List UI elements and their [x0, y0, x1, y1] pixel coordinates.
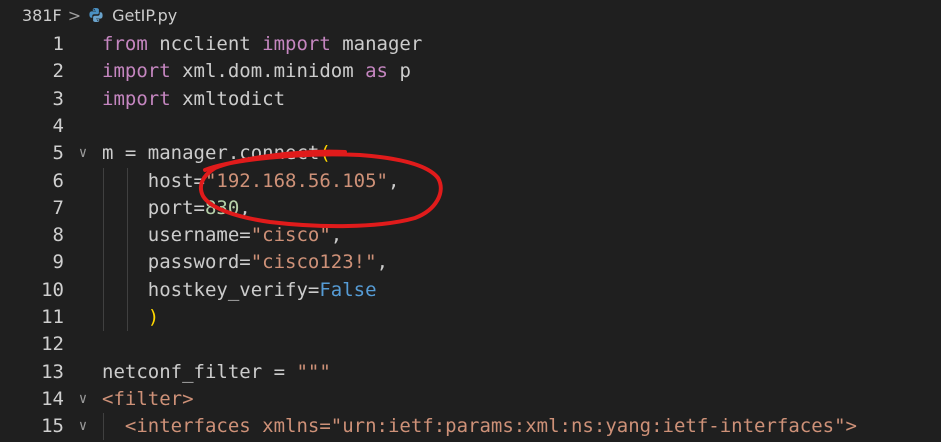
code-token: from — [102, 33, 148, 55]
code-text: <interfaces xmlns="urn:ietf:params:xml:n… — [102, 413, 857, 440]
line-number: 5 — [52, 142, 64, 165]
code-text: import xml.dom.minidom as p — [102, 58, 411, 85]
code-token: netconf_filter = — [102, 360, 297, 383]
code-text: import xmltodict — [102, 86, 285, 113]
code-line[interactable]: 15 ∨ <interfaces xmlns="urn:ietf:params:x… — [0, 413, 941, 440]
code-text: hostkey_verify=False — [102, 277, 377, 304]
line-number: 7 — [52, 196, 64, 219]
code-token: as — [365, 60, 388, 83]
code-text: from ncclient import manager — [102, 31, 422, 58]
code-line[interactable]: 5 ∨ m = manager.connect( — [0, 140, 941, 167]
code-text: username="cisco", — [102, 222, 343, 249]
line-number: 2 — [52, 60, 64, 83]
line-number: 9 — [52, 251, 64, 274]
fold-chevron-icon[interactable]: ∨ — [74, 413, 92, 440]
indent-guide — [127, 167, 128, 332]
breadcrumb-folder[interactable]: 381F — [22, 6, 62, 25]
code-token: username= — [102, 224, 251, 247]
code-token: ) — [147, 306, 160, 328]
code-token: False — [319, 278, 377, 301]
code-text: <filter> — [102, 386, 194, 413]
code-token: ncclient — [147, 33, 263, 55]
code-token: xmltodict — [170, 87, 286, 110]
indent-guide — [103, 167, 104, 332]
line-number: 6 — [52, 169, 64, 192]
code-text: password="cisco123!", — [102, 249, 388, 276]
code-token: manager — [330, 33, 423, 55]
code-token: port= — [102, 196, 205, 219]
code-token: import — [102, 87, 171, 110]
fold-chevron-icon[interactable]: ∨ — [74, 140, 92, 167]
code-token: <filter> — [102, 387, 194, 410]
code-token: host= — [102, 169, 205, 192]
code-line[interactable]: 2 import xml.dom.minidom as p — [0, 58, 941, 85]
code-token: <interfaces xmlns="urn:ietf:params:xml:n… — [102, 415, 857, 438]
code-token: password= — [102, 251, 251, 274]
code-text: ) — [102, 304, 159, 331]
code-text: host="192.168.56.105", — [102, 168, 400, 195]
line-number: 14 — [41, 387, 64, 410]
code-text: port=830, — [102, 195, 251, 222]
line-number: 10 — [41, 278, 64, 301]
code-token: import — [102, 60, 171, 83]
code-line[interactable]: 6 host="192.168.56.105", — [0, 168, 941, 195]
code-token: """ — [296, 360, 331, 383]
fold-chevron-icon[interactable]: ∨ — [74, 386, 92, 413]
code-text: m = manager.connect( — [102, 140, 331, 167]
code-line[interactable]: 13 netconf_filter = """ — [0, 359, 941, 386]
code-token: , — [239, 196, 251, 219]
code-token: hostkey_verify= — [102, 278, 320, 301]
code-token: p — [388, 60, 411, 83]
chevron-right-icon: > — [67, 5, 82, 25]
line-number: 11 — [41, 306, 64, 328]
line-number: 1 — [52, 33, 64, 55]
code-line[interactable]: 8 username="cisco", — [0, 222, 941, 249]
code-line[interactable]: 12 — [0, 331, 941, 358]
python-icon — [89, 8, 103, 22]
code-token: , — [330, 224, 343, 247]
code-text: netconf_filter = """ — [102, 359, 331, 386]
code-token: "cisco123!" — [250, 251, 377, 274]
code-line[interactable]: 11 ) — [0, 304, 941, 331]
code-token: xml.dom.minidom — [170, 60, 366, 83]
code-token: "cisco" — [250, 224, 331, 247]
code-line[interactable]: 14 ∨ <filter> — [0, 386, 941, 413]
code-line[interactable]: 10 hostkey_verify=False — [0, 277, 941, 304]
code-line[interactable]: 1 from ncclient import manager — [0, 31, 941, 58]
code-token: , — [387, 169, 400, 192]
code-line[interactable]: 4 — [0, 113, 941, 140]
line-number: 3 — [52, 87, 64, 110]
code-token: , — [376, 251, 389, 274]
code-token: import — [262, 33, 331, 55]
code-token: ( — [319, 142, 331, 165]
code-token: 830 — [204, 196, 240, 219]
code-token: "192.168.56.105" — [204, 169, 388, 192]
line-number: 12 — [41, 333, 64, 356]
line-number: 13 — [41, 360, 64, 383]
code-editor[interactable]: 1 from ncclient import manager 2 import xml… — [0, 30, 941, 442]
breadcrumb: 381F > GetIP.py — [0, 0, 941, 30]
line-number: 15 — [41, 415, 64, 438]
code-line[interactable]: 3 import xmltodict — [0, 86, 941, 113]
line-number: 4 — [52, 114, 64, 137]
code-line[interactable]: 7 port=830, — [0, 195, 941, 222]
code-token: m = manager.connect — [102, 142, 320, 165]
breadcrumb-file[interactable]: GetIP.py — [112, 6, 177, 25]
line-number: 8 — [52, 224, 64, 247]
code-line[interactable]: 9 password="cisco123!", — [0, 249, 941, 276]
indent-guide — [103, 413, 104, 441]
